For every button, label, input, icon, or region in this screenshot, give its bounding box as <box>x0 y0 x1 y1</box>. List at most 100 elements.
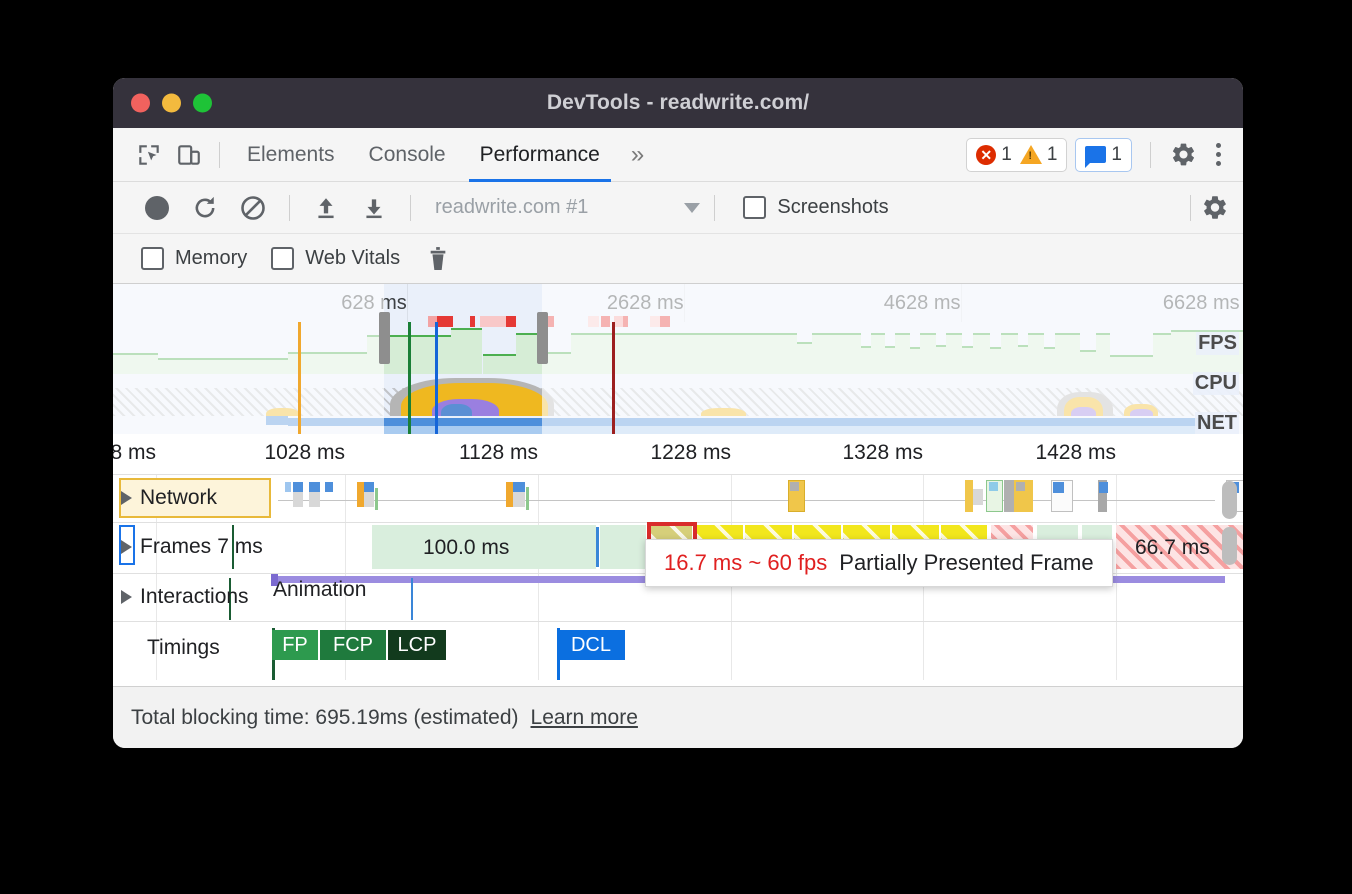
messages-badge-group[interactable]: 1 <box>1075 138 1132 172</box>
overview-tick: 6628 ms <box>1163 292 1240 315</box>
error-icon: ✕ <box>976 145 996 165</box>
timeline-ruler[interactable]: 928 ms 1028 ms 1128 ms 1228 ms 1328 ms 1… <box>113 434 1243 475</box>
tab-elements[interactable]: Elements <box>230 128 352 182</box>
trash-icon[interactable] <box>426 245 450 273</box>
overview-marker-dcl <box>435 322 438 434</box>
timing-marker-fcp[interactable]: FCP <box>320 630 388 660</box>
message-icon <box>1085 146 1106 163</box>
track-interactions-label: Interactions <box>140 585 249 609</box>
overview-tick: 4628 ms <box>884 292 961 315</box>
error-count: 1 <box>1001 144 1012 166</box>
memory-checkbox[interactable] <box>141 247 164 270</box>
overview-band-label-net: NET <box>1195 412 1239 434</box>
tabbar-right-controls: ✕ 1 1 1 <box>966 138 1243 172</box>
memory-label: Memory <box>175 247 247 270</box>
window-title: DevTools - readwrite.com/ <box>547 91 809 115</box>
perf-divider-4 <box>1190 195 1191 221</box>
ruler-tick: 928 ms <box>113 441 156 465</box>
overview-tick: 628 ms <box>341 292 407 315</box>
capture-settings-gear-icon[interactable] <box>1201 194 1229 222</box>
chevron-down-icon[interactable] <box>684 203 700 213</box>
memory-checkbox-wrap[interactable]: Memory <box>141 247 247 270</box>
save-profile-button[interactable] <box>352 186 396 230</box>
track-animation-label: Animation <box>273 578 366 602</box>
message-badge[interactable]: 1 <box>1085 144 1122 166</box>
status-bar: Total blocking time: 695.19ms (estimated… <box>113 686 1243 748</box>
device-toolbar-icon[interactable] <box>169 135 209 175</box>
profile-selector-value[interactable]: readwrite.com #1 <box>435 196 588 219</box>
performance-toolbar: readwrite.com #1 Screenshots <box>113 182 1243 234</box>
track-timings-label: Timings <box>147 636 220 660</box>
tab-performance[interactable]: Performance <box>463 128 617 182</box>
more-tabs-icon[interactable]: » <box>617 128 658 182</box>
close-button[interactable] <box>131 94 150 113</box>
overview-marker-lcp <box>408 322 411 434</box>
web-vitals-checkbox-wrap[interactable]: Web Vitals <box>271 247 400 270</box>
load-profile-button[interactable] <box>304 186 348 230</box>
inspect-element-icon[interactable] <box>129 135 169 175</box>
issues-badge-group[interactable]: ✕ 1 1 <box>966 138 1067 172</box>
disclosure-triangle-icon[interactable] <box>121 590 132 604</box>
total-blocking-time-text: Total blocking time: 695.19ms (estimated… <box>131 706 519 730</box>
overview-tick: 2628 ms <box>607 292 684 315</box>
perf-divider-3 <box>714 195 715 221</box>
frame-block[interactable] <box>600 525 648 569</box>
ruler-tick: 1128 ms <box>459 441 538 465</box>
minimize-button[interactable] <box>162 94 181 113</box>
frames-scrollbar-thumb[interactable] <box>1222 527 1237 565</box>
timing-marker-lcp[interactable]: LCP <box>388 630 448 660</box>
overview-band-label-cpu: CPU <box>1193 372 1239 395</box>
frames-inline-duration: 7 ms <box>217 535 263 559</box>
frame-tooltip: 16.7 ms ~ 60 fps Partially Presented Fra… <box>645 539 1113 587</box>
overview-window-right-handle[interactable] <box>537 312 548 364</box>
error-badge[interactable]: ✕ 1 <box>976 144 1012 166</box>
track-frames-label: Frames <box>140 535 211 559</box>
track-network-label: Network <box>140 486 217 510</box>
ruler-tick: 1428 ms <box>1035 441 1116 465</box>
ruler-tick: 1328 ms <box>842 441 923 465</box>
web-vitals-checkbox[interactable] <box>271 247 294 270</box>
performance-toolbar-secondary: Memory Web Vitals <box>113 234 1243 284</box>
message-count: 1 <box>1111 144 1122 166</box>
reload-and-record-button[interactable] <box>183 186 227 230</box>
network-scrollbar-thumb[interactable] <box>1222 481 1237 519</box>
devtools-window: DevTools - readwrite.com/ Elements Conso… <box>113 78 1243 748</box>
screenshots-checkbox-wrap[interactable]: Screenshots <box>743 196 888 219</box>
kebab-menu-icon[interactable] <box>1205 140 1231 170</box>
warning-icon <box>1020 145 1042 164</box>
gear-icon[interactable] <box>1169 141 1197 169</box>
overview-window-left-handle[interactable] <box>379 312 390 364</box>
screenshots-checkbox[interactable] <box>743 196 766 219</box>
timing-marker-dcl[interactable]: DCL <box>557 630 625 660</box>
screen-root: DevTools - readwrite.com/ Elements Conso… <box>0 0 1352 894</box>
frame-duration-label: 66.7 ms <box>1135 536 1210 560</box>
toolbar-divider-2 <box>1150 142 1151 168</box>
record-button[interactable] <box>135 186 179 230</box>
tooltip-description: Partially Presented Frame <box>839 550 1093 576</box>
screenshots-label: Screenshots <box>777 196 888 219</box>
warning-badge[interactable]: 1 <box>1020 144 1058 166</box>
track-timings[interactable]: Timings FP FCP LCP DCL <box>113 622 1243 677</box>
overview-marker-load <box>612 322 615 434</box>
timing-marker-fp[interactable]: FP <box>272 630 320 660</box>
track-network-header[interactable]: Network <box>121 486 217 510</box>
clear-button[interactable] <box>231 186 275 230</box>
track-frames-header[interactable]: Frames 7 ms <box>121 535 263 559</box>
perf-divider-1 <box>289 195 290 221</box>
tab-console[interactable]: Console <box>352 128 463 182</box>
disclosure-triangle-icon[interactable] <box>121 491 132 505</box>
timeline-tracks[interactable]: Network <box>113 475 1243 680</box>
ruler-tick: 1228 ms <box>650 441 731 465</box>
perf-divider-2 <box>410 195 411 221</box>
track-network[interactable]: Network <box>113 475 1243 522</box>
zoom-button[interactable] <box>193 94 212 113</box>
track-timings-header[interactable]: Timings <box>147 636 220 660</box>
overview-marker-fp <box>298 322 301 434</box>
disclosure-triangle-icon[interactable] <box>121 540 132 554</box>
ruler-tick: 1028 ms <box>264 441 345 465</box>
window-titlebar: DevTools - readwrite.com/ <box>113 78 1243 128</box>
devtools-tabbar: Elements Console Performance » ✕ 1 1 <box>113 128 1243 182</box>
track-interactions-header[interactable]: Interactions <box>121 585 249 609</box>
timeline-overview[interactable]: 628 ms 2628 ms 4628 ms 6628 ms FPS CPU N… <box>113 284 1243 434</box>
learn-more-link[interactable]: Learn more <box>531 706 638 730</box>
